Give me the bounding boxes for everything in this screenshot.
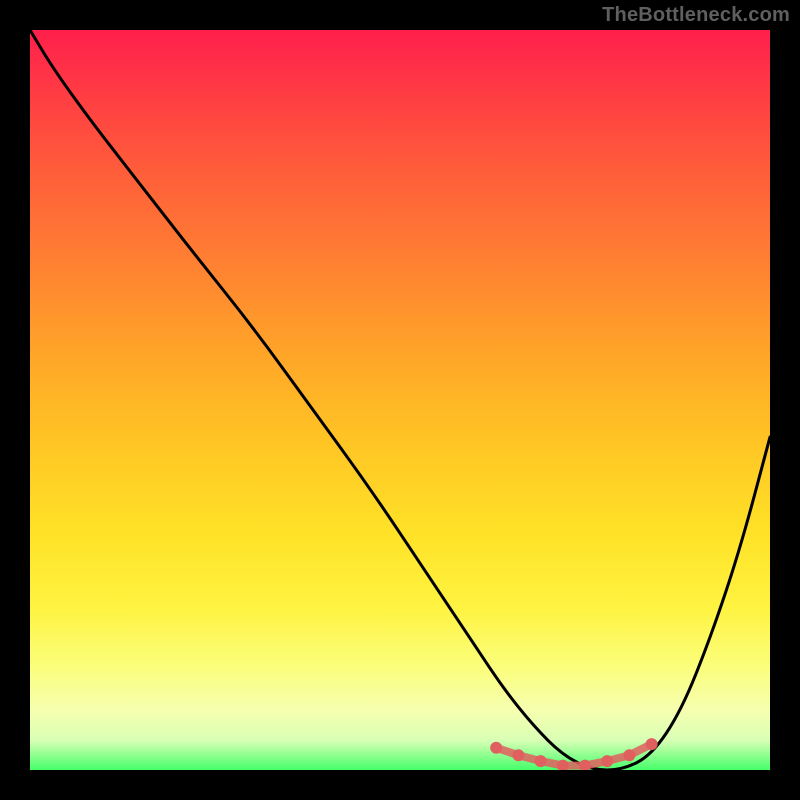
marker-dot [535, 755, 547, 767]
plot-frame [30, 30, 770, 770]
marker-dot [623, 749, 635, 761]
marker-dot [512, 749, 524, 761]
curve-path [30, 30, 770, 770]
curve-overlay [30, 30, 770, 770]
marker-dot [490, 742, 502, 754]
watermark-text: TheBottleneck.com [602, 4, 790, 27]
plot-area [30, 30, 770, 770]
chart-container: TheBottleneck.com [0, 0, 800, 800]
marker-dot [601, 755, 613, 767]
bottleneck-curve [30, 30, 770, 770]
marker-dot [646, 738, 658, 750]
